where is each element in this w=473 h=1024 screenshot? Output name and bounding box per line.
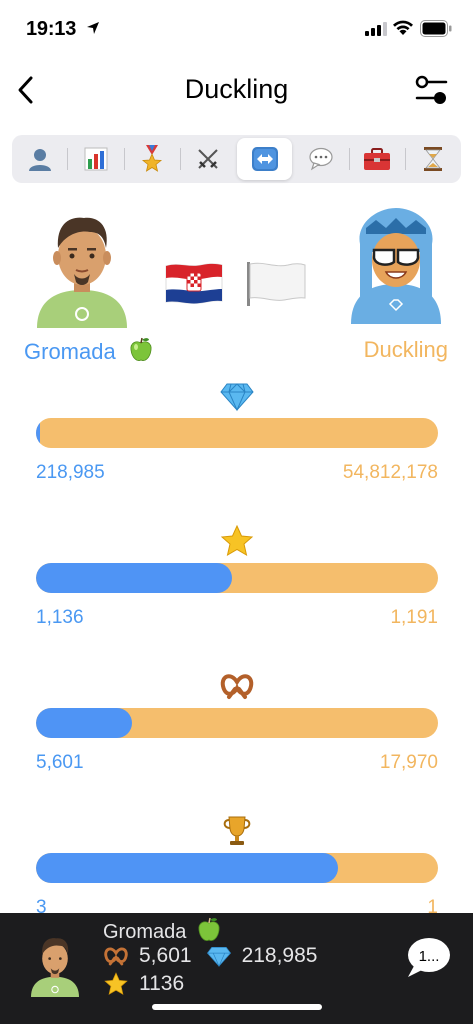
cellular-signal-icon <box>365 22 387 36</box>
bottom-player-avatar[interactable] <box>28 933 82 997</box>
speech-bubble-icon <box>309 147 333 171</box>
player-avatar-right[interactable] <box>346 204 446 324</box>
comparison-bar-left-fill <box>36 563 232 593</box>
chat-button[interactable]: 1... <box>404 935 452 981</box>
comparison-bar <box>36 418 438 448</box>
comparison-bar <box>36 853 438 883</box>
left-right-arrow-icon <box>251 147 278 171</box>
tab-chat[interactable] <box>293 138 348 180</box>
player-name-left-text: Gromada <box>24 339 116 364</box>
nav-bar: Duckling <box>0 60 473 122</box>
toolbox-icon <box>364 148 391 170</box>
players-header: Gromada Duckling <box>0 200 473 375</box>
left-value: 218,985 <box>36 462 105 483</box>
comparison-bar <box>36 563 438 593</box>
wifi-icon <box>393 20 413 35</box>
tab-battles[interactable] <box>181 138 236 180</box>
home-indicator <box>152 1004 322 1010</box>
tab-compare[interactable] <box>237 138 293 180</box>
person-icon <box>28 149 51 171</box>
croatia-flag-icon <box>165 263 223 304</box>
comparison-bar-left-fill <box>36 708 132 738</box>
tab-strip <box>12 135 461 183</box>
crossed-swords-icon <box>198 149 219 169</box>
sliders-icon[interactable] <box>412 70 452 110</box>
player-name-right[interactable]: Duckling <box>364 337 448 363</box>
white-flag-icon <box>247 262 306 306</box>
player-name-left[interactable]: Gromada <box>24 337 154 365</box>
bottom-player-name-text: Gromada <box>103 921 187 943</box>
bottom-pretzels-value: 5,601 <box>139 944 192 967</box>
comparison-bar <box>36 708 438 738</box>
tab-toolbox[interactable] <box>350 138 405 180</box>
tab-stats[interactable] <box>68 138 123 180</box>
pretzel-icon <box>220 674 254 699</box>
bottom-stats-line-1: 5,601 218,985 <box>103 943 317 969</box>
bottom-stars-value: 1136 <box>139 972 185 995</box>
battery-icon <box>420 20 452 37</box>
left-value: 1,136 <box>36 607 84 628</box>
status-bar: 19:13 <box>0 0 473 60</box>
bottom-stats-line-2: 1136 <box>103 971 184 997</box>
star-icon <box>104 972 128 995</box>
player-avatar-left[interactable] <box>32 208 132 328</box>
comparison-bar-left-fill <box>36 853 338 883</box>
page-title: Duckling <box>184 74 289 104</box>
diamond-icon <box>220 383 254 412</box>
comparison-stars: 1,136 1,191 <box>36 525 438 645</box>
right-value: 54,812,178 <box>342 462 438 483</box>
status-time: 19:13 <box>26 18 77 40</box>
tab-medals[interactable] <box>125 138 180 180</box>
right-value: 17,970 <box>379 752 438 773</box>
medal-icon <box>142 145 163 172</box>
trophy-icon <box>223 816 251 845</box>
green-apple-icon <box>198 917 220 941</box>
location-arrow-icon <box>87 22 99 34</box>
comparison-diamonds: 218,985 54,812,178 <box>36 380 438 500</box>
pretzel-icon <box>104 947 128 966</box>
bar-chart-icon <box>84 147 108 171</box>
tab-history[interactable] <box>406 138 461 180</box>
hourglass-icon <box>424 147 443 171</box>
speech-bubble-icon: 1... <box>408 938 450 977</box>
left-value: 5,601 <box>36 752 84 773</box>
comparison-bar-left-fill <box>36 418 40 448</box>
right-value: 1,191 <box>390 607 438 628</box>
bottom-player-name: Gromada <box>103 917 222 944</box>
tab-profile[interactable] <box>12 138 67 180</box>
bottom-diamonds-value: 218,985 <box>241 944 318 967</box>
star-icon <box>220 525 254 557</box>
comparison-pretzels: 5,601 17,970 <box>36 670 438 790</box>
green-apple-icon <box>130 337 152 361</box>
diamond-icon <box>206 946 231 968</box>
chat-button-label: 1... <box>419 948 440 965</box>
